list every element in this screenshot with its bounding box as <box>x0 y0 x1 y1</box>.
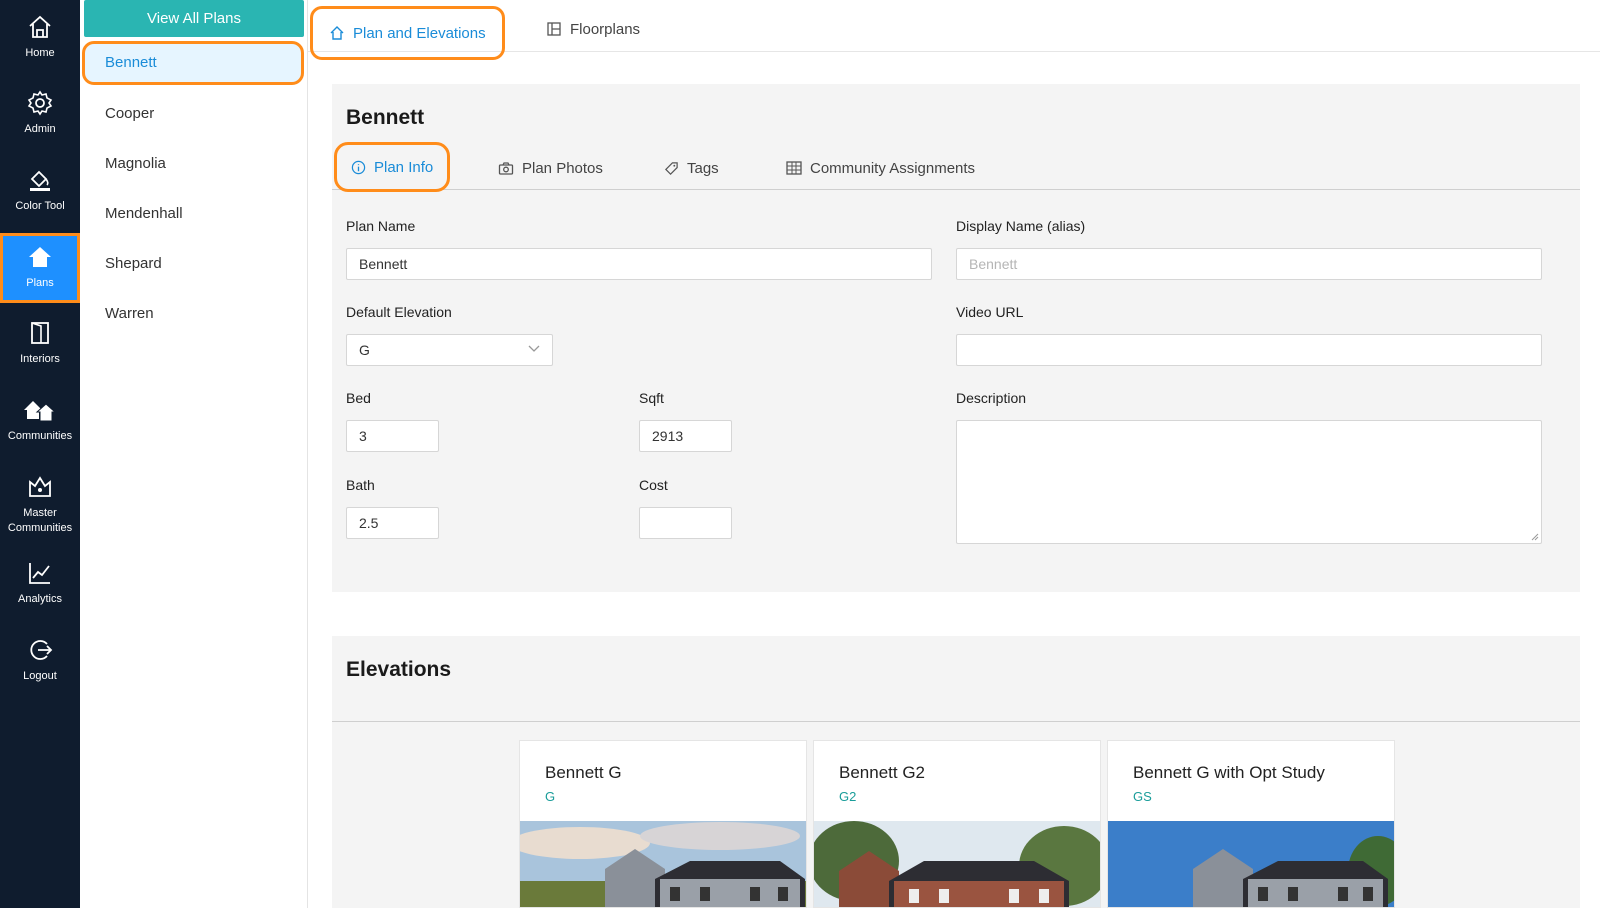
tab-community-assignments[interactable]: Community Assignments <box>786 146 975 190</box>
nav-item-master-communities[interactable]: Master Communities <box>0 474 80 536</box>
tag-icon <box>665 161 678 175</box>
plan-list-item[interactable]: Magnolia <box>80 142 308 186</box>
tab-label: Floorplans <box>570 20 641 38</box>
paint-bucket-icon <box>30 170 50 191</box>
elevation-card[interactable]: Bennett G with Opt Study GS <box>1107 740 1395 908</box>
nav-label: Logout <box>23 670 57 682</box>
plan-list-item[interactable]: Shepard <box>80 242 308 286</box>
nav-label: Admin <box>24 123 56 135</box>
tab-plan-photos[interactable]: Plan Photos <box>498 146 603 190</box>
nav-item-home[interactable]: Home <box>0 14 80 61</box>
default-elevation-select[interactable]: G <box>346 334 553 366</box>
top-tab-bar: Plan and Elevations Floorplans <box>308 0 1600 60</box>
logout-icon <box>30 640 53 660</box>
elevation-card-title: Bennett G with Opt Study <box>1133 763 1325 782</box>
tab-label: Community Assignments <box>810 159 976 177</box>
view-all-plans-button[interactable]: View All Plans <box>84 0 304 37</box>
plan-list-item[interactable]: Bennett <box>82 41 304 85</box>
nav-label: Color Tool <box>15 200 65 212</box>
houses-icon <box>24 401 57 422</box>
plan-sub-tabs: Plan Info Plan Photos Tags Community Ass… <box>332 142 1580 192</box>
elevation-card[interactable]: Bennett G G <box>519 740 807 908</box>
video-url-label: Video URL <box>956 304 1024 320</box>
tab-tags[interactable]: Tags <box>664 146 719 190</box>
nav-label: Communities <box>7 430 73 442</box>
tab-floorplans[interactable]: Floorplans <box>546 6 640 52</box>
elevation-photo <box>520 821 806 907</box>
bath-label: Bath <box>346 477 375 493</box>
nav-label: Home <box>25 47 55 59</box>
plan-list-item[interactable]: Warren <box>80 292 308 336</box>
bath-input[interactable]: 2.5 <box>346 507 439 539</box>
nav-item-interiors[interactable]: Interiors <box>0 320 80 367</box>
nav-item-communities[interactable]: Communities <box>0 397 80 444</box>
sqft-input[interactable]: 2913 <box>639 420 732 452</box>
nav-label: Interiors <box>20 353 60 365</box>
nav-item-color-tool[interactable]: Color Tool <box>0 167 80 214</box>
elevation-photo <box>814 821 1100 907</box>
plan-details-panel: Bennett Plan Info Plan Photos Tags Commu… <box>332 84 1580 592</box>
elevation-card[interactable]: Bennett G2 G2 <box>813 740 1101 908</box>
elevations-panel: Elevations Bennett G G Bennett G2 G2 Ben… <box>332 636 1580 908</box>
plan-list-item[interactable]: Mendenhall <box>80 192 308 236</box>
camera-icon <box>498 161 514 175</box>
elevations-title: Elevations <box>346 658 452 681</box>
cost-label: Cost <box>639 477 668 493</box>
description-label: Description <box>956 390 1027 406</box>
sqft-label: Sqft <box>639 390 664 406</box>
elevations-header: Elevations <box>332 636 1580 722</box>
home-icon <box>330 26 344 40</box>
elevation-photo <box>1108 821 1394 907</box>
display-name-input[interactable]: Bennett <box>956 248 1542 280</box>
default-elevation-label: Default Elevation <box>346 304 452 320</box>
video-url-input[interactable] <box>956 334 1542 366</box>
table-icon <box>786 161 802 175</box>
nav-label: Analytics <box>17 593 63 605</box>
crown-house-icon <box>29 476 51 497</box>
tab-label: Tags <box>687 159 719 177</box>
plan-name-input[interactable]: Bennett <box>346 248 932 280</box>
bed-label: Bed <box>346 390 371 406</box>
nav-label: Communities <box>7 522 73 534</box>
resize-handle-icon[interactable] <box>1531 533 1539 541</box>
default-elevation-value: G <box>359 342 370 358</box>
cost-input[interactable] <box>639 507 732 539</box>
floorplan-icon <box>547 22 561 36</box>
home-icon <box>29 15 51 38</box>
nav-label: Plans <box>26 277 54 289</box>
elevation-card-title: Bennett G2 <box>839 763 926 782</box>
plan-name-label: Plan Name <box>346 218 416 234</box>
tab-label: Plan and Elevations <box>353 24 486 42</box>
nav-item-admin[interactable]: Admin <box>0 90 80 137</box>
nav-item-logout[interactable]: Logout <box>0 637 80 684</box>
tab-plan-info[interactable]: Plan Info <box>334 142 451 192</box>
nav-label: Master <box>23 507 57 519</box>
gear-icon <box>27 90 53 116</box>
main-nav-rail: Home Admin Color Tool Plans Interiors Co… <box>0 0 80 908</box>
elevation-card-title: Bennett G <box>545 763 622 782</box>
elevation-card-code: G <box>545 789 556 804</box>
chevron-down-icon <box>528 345 540 352</box>
tab-label: Plan Info <box>374 158 434 176</box>
chart-icon <box>29 563 50 584</box>
house-icon <box>29 247 51 267</box>
door-icon <box>31 322 49 344</box>
elevation-card-code: GS <box>1133 789 1152 804</box>
tab-label: Plan Photos <box>522 159 603 177</box>
plan-title: Bennett <box>346 106 425 129</box>
info-icon <box>351 160 366 174</box>
display-name-label: Display Name (alias) <box>956 218 1086 234</box>
bed-input[interactable]: 3 <box>346 420 439 452</box>
description-textarea[interactable] <box>956 420 1542 544</box>
nav-item-analytics[interactable]: Analytics <box>0 560 80 607</box>
nav-item-plans[interactable]: Plans <box>0 233 80 303</box>
elevation-card-code: G2 <box>839 789 857 804</box>
plan-list-item[interactable]: Cooper <box>80 92 308 136</box>
tab-plan-and-elevations[interactable]: Plan and Elevations <box>310 6 505 60</box>
plans-list-panel: View All Plans Bennett Cooper Magnolia M… <box>80 0 308 908</box>
